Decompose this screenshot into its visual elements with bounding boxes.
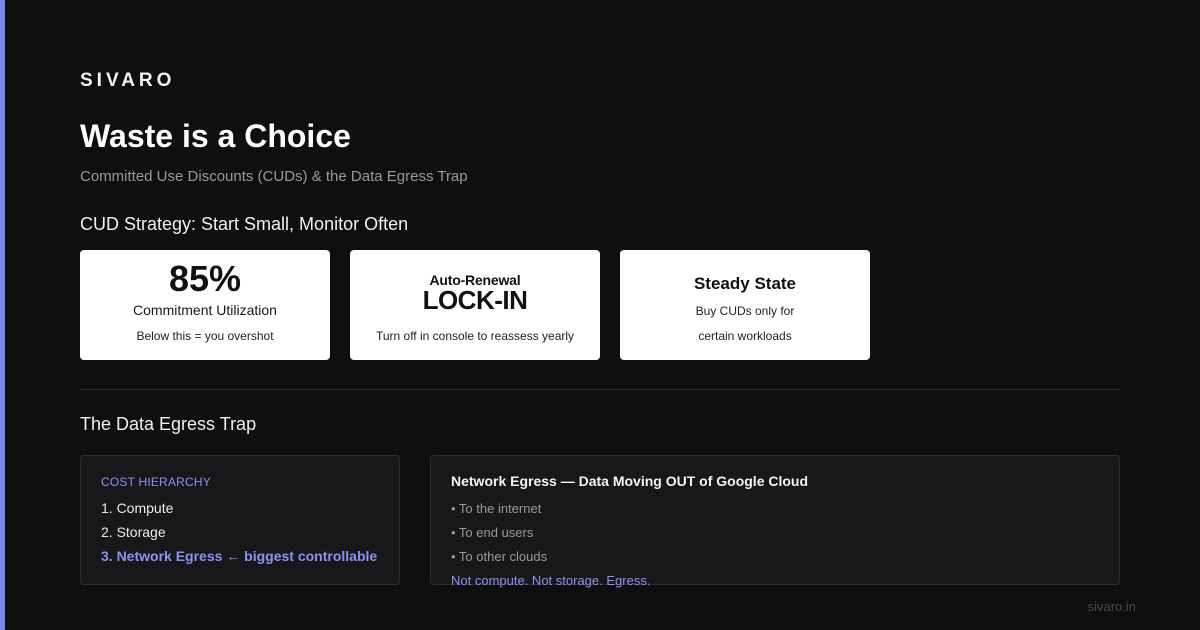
cud-section-heading: CUD Strategy: Start Small, Monitor Often [80, 214, 409, 234]
page-subtitle: Committed Use Discounts (CUDs) & the Dat… [80, 168, 468, 185]
hierarchy-item-network-egress: 3. Network Egress ← biggest controllable [101, 548, 378, 564]
accent-bar [0, 0, 5, 630]
steady-state-line-1: Buy CUDs only for [695, 304, 795, 318]
utilization-label: Commitment Utilization [133, 302, 277, 318]
network-egress-title: Network Egress — Data Moving OUT of Goog… [451, 473, 809, 489]
egress-punchline: Not compute. Not storage. Egress. [451, 573, 651, 588]
egress-section-heading: The Data Egress Trap [80, 414, 257, 434]
brand-logo: SIVARO [80, 70, 176, 91]
auto-renewal-card: Auto-Renewal LOCK-IN Turn off in console… [350, 250, 600, 360]
hierarchy-item-compute: 1. Compute [101, 500, 174, 516]
network-egress-panel: Network Egress — Data Moving OUT of Goog… [430, 455, 1120, 588]
utilization-value: 85% [168, 258, 242, 299]
egress-item-other-clouds: • To other clouds [451, 549, 548, 564]
cost-hierarchy-panel: COST HIERARCHY 1. Compute 2. Storage 3. … [80, 455, 400, 585]
egress-item-internet: • To the internet [451, 501, 542, 516]
cost-hierarchy-label: COST HIERARCHY [101, 475, 211, 489]
footer-url: sivaro.in [1087, 599, 1136, 614]
egress-item-end-users: • To end users [451, 525, 534, 540]
utilization-note: Below this = you overshot [136, 329, 274, 343]
auto-renewal-note: Turn off in console to reassess yearly [375, 329, 575, 343]
steady-state-line-2: certain workloads [698, 329, 792, 343]
steady-state-card: Steady State Buy CUDs only for certain w… [620, 250, 870, 360]
utilization-card: 85% Commitment Utilization Below this = … [80, 250, 330, 360]
page-title: Waste is a Choice [80, 118, 351, 154]
section-divider [80, 389, 1120, 390]
steady-state-title: Steady State [693, 274, 797, 293]
lock-in-value: LOCK-IN [422, 285, 528, 315]
hierarchy-item-storage: 2. Storage [101, 524, 166, 540]
